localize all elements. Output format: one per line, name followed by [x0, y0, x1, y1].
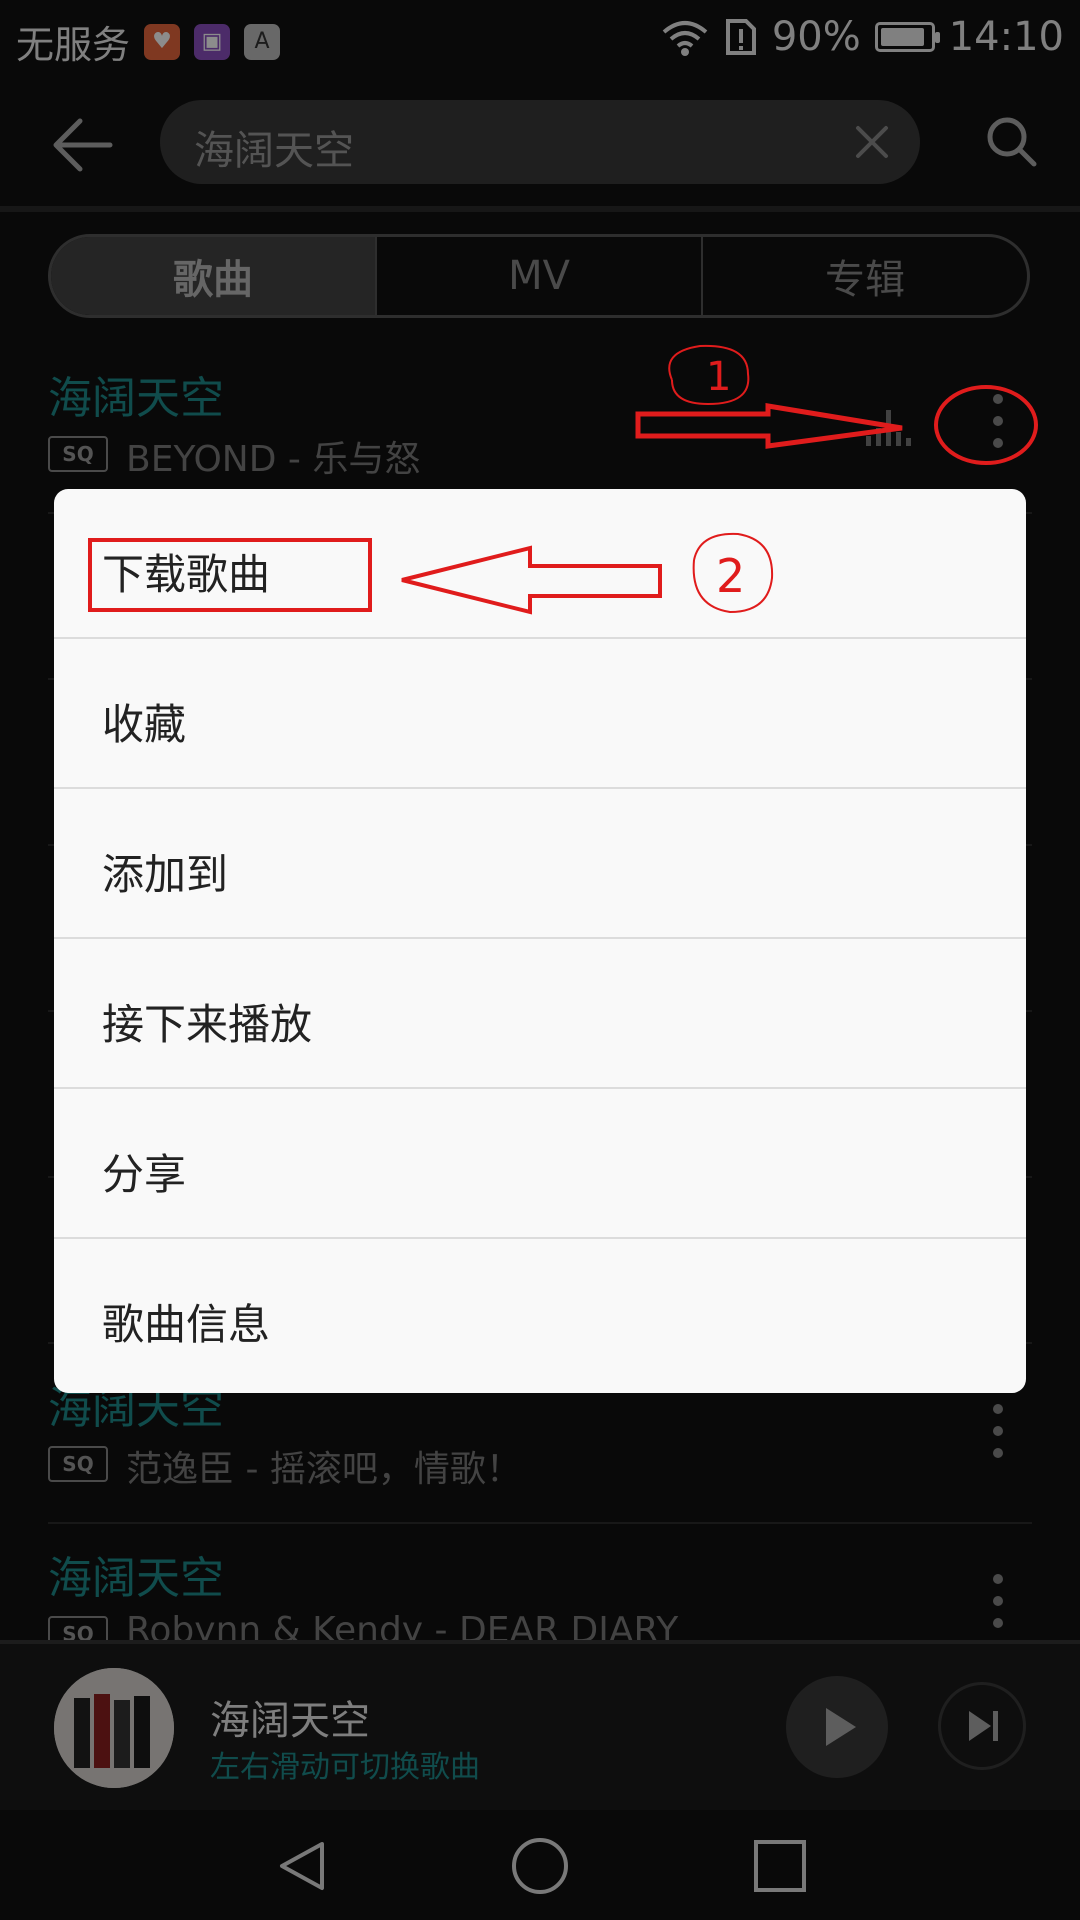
- menu-item-favorite[interactable]: 收藏: [54, 639, 1026, 789]
- menu-item-label: 接下来播放: [102, 1000, 313, 1049]
- menu-item-label: 收藏: [102, 700, 187, 749]
- menu-item-play-next[interactable]: 接下来播放: [54, 939, 1026, 1089]
- menu-item-label: 下载歌曲: [102, 550, 271, 599]
- menu-item-share[interactable]: 分享: [54, 1089, 1026, 1239]
- menu-item-label: 歌曲信息: [102, 1300, 271, 1349]
- menu-item-download[interactable]: 下载歌曲: [54, 489, 1026, 639]
- menu-item-add-to[interactable]: 添加到: [54, 789, 1026, 939]
- menu-item-label: 分享: [102, 1150, 187, 1199]
- menu-item-label: 添加到: [102, 850, 229, 899]
- menu-item-song-info[interactable]: 歌曲信息: [54, 1239, 1026, 1389]
- song-context-menu: 下载歌曲 收藏 添加到 接下来播放 分享 歌曲信息: [54, 489, 1026, 1393]
